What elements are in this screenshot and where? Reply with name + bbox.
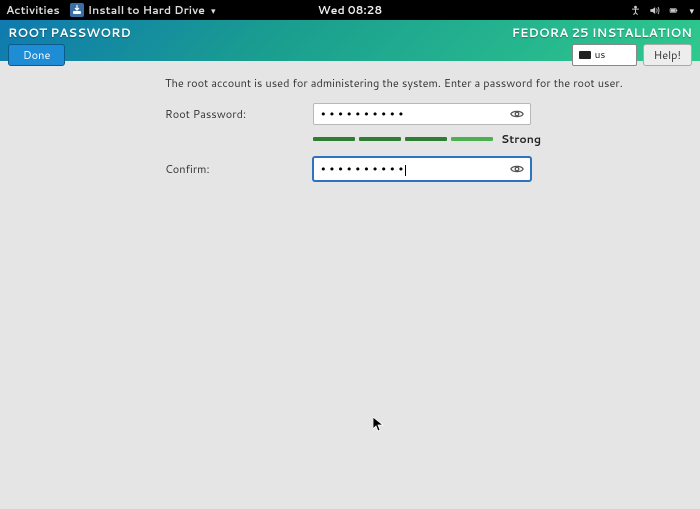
show-password-icon[interactable]: [510, 107, 524, 121]
password-mask: ••••••••••: [320, 108, 406, 121]
show-password-icon[interactable]: [510, 162, 524, 176]
clock[interactable]: Wed 08:28: [318, 2, 383, 18]
strength-label: Strong: [501, 131, 541, 147]
app-menu[interactable]: Install to Hard Drive ▾: [70, 2, 216, 18]
keyboard-icon: [579, 51, 591, 59]
password-strength-meter: Strong: [313, 131, 670, 147]
activities-button[interactable]: Activities: [6, 2, 60, 18]
installer-title: FEDORA 25 INSTALLATION: [512, 24, 692, 41]
keyboard-layout-selector[interactable]: us: [572, 44, 637, 66]
strength-segment: [405, 137, 447, 141]
text-caret: [405, 165, 406, 176]
help-button[interactable]: Help!: [643, 44, 692, 66]
confirm-password-label: Confirm:: [165, 161, 313, 177]
battery-icon: [668, 5, 679, 16]
volume-icon: [649, 5, 660, 16]
accessibility-icon: [630, 5, 641, 16]
chevron-down-icon: ▾: [211, 4, 216, 17]
system-status-area[interactable]: ▾: [630, 4, 694, 17]
done-button[interactable]: Done: [8, 44, 65, 66]
strength-segment: [359, 137, 401, 141]
root-password-form: The root account is used for administeri…: [0, 61, 700, 181]
screen-title: ROOT PASSWORD: [8, 24, 512, 41]
keyboard-layout-label: us: [595, 48, 606, 62]
strength-segment: [313, 137, 355, 141]
gnome-top-bar: Activities Install to Hard Drive ▾ Wed 0…: [0, 0, 700, 20]
confirm-mask: ••••••••••: [320, 163, 406, 176]
strength-segment: [451, 137, 493, 141]
mouse-cursor-icon: [373, 416, 385, 432]
chevron-down-icon: ▾: [689, 4, 694, 17]
app-menu-label: Install to Hard Drive: [88, 2, 205, 18]
root-password-input[interactable]: ••••••••••: [313, 103, 531, 125]
anaconda-header: ROOT PASSWORD Done FEDORA 25 INSTALLATIO…: [0, 20, 700, 61]
installer-app-icon: [70, 3, 84, 17]
root-password-label: Root Password:: [165, 106, 313, 122]
confirm-password-input[interactable]: ••••••••••: [313, 157, 531, 181]
intro-text: The root account is used for administeri…: [165, 75, 670, 91]
